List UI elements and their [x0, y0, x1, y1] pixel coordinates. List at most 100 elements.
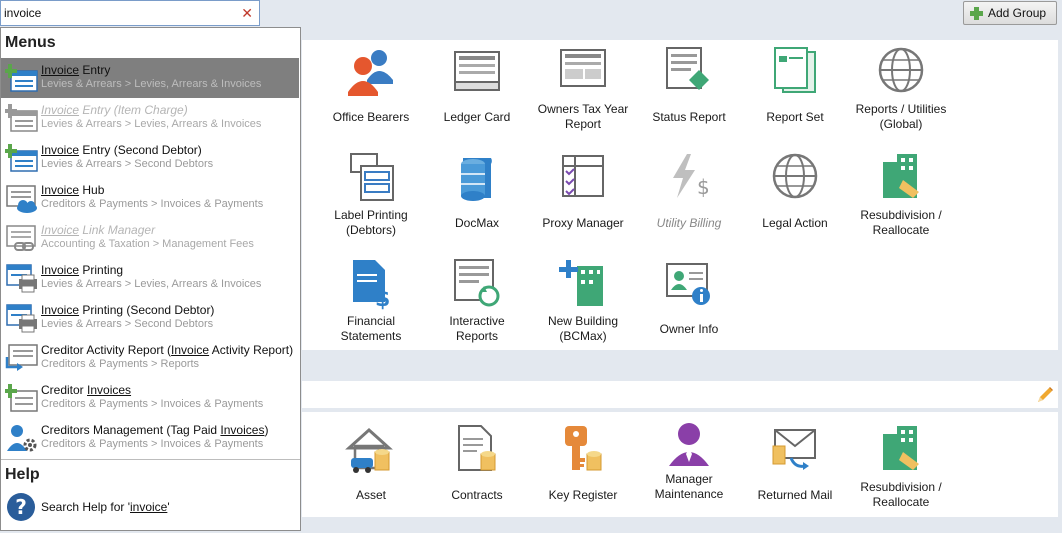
- close-icon[interactable]: ✕: [241, 5, 253, 21]
- tile-resubdivision-reallocate[interactable]: Resubdivision / Reallocate: [848, 150, 954, 250]
- invoice-add-icon: [5, 384, 38, 412]
- tile-label: New Building (BCMax): [547, 314, 619, 343]
- result-path: Levies & Arrears > Second Debtors: [41, 318, 214, 330]
- result-title: Invoice Hub: [41, 183, 105, 197]
- report-set-icon: [774, 47, 816, 93]
- tax-report-icon: [560, 49, 606, 87]
- help-icon: ?: [7, 493, 35, 521]
- tile-asset[interactable]: Asset: [318, 422, 424, 522]
- tile-label: DocMax: [454, 216, 499, 230]
- tile-ledger-card[interactable]: Ledger Card: [424, 44, 530, 144]
- tile-resubdivision-reallocate-2[interactable]: Resubdivision / Reallocate: [848, 422, 954, 522]
- plus-icon: [970, 6, 983, 20]
- result-path: Accounting & Taxation > Management Fees: [41, 238, 254, 250]
- people-icon: [348, 50, 393, 96]
- tile-label: Asset: [355, 488, 386, 502]
- tile-label: Owners Tax Year Report: [537, 102, 629, 131]
- interactive-reports-icon: [454, 259, 500, 307]
- tile-label: Resubdivision / Reallocate: [860, 480, 942, 509]
- tile-label: Office Bearers: [332, 110, 410, 124]
- tile-reports-utilities-global[interactable]: Reports / Utilities (Global): [848, 44, 954, 144]
- tile-label: Reports / Utilities (Global): [855, 102, 947, 131]
- result-title: Invoice Printing (Second Debtor): [41, 303, 215, 317]
- search-box[interactable]: ✕: [0, 0, 260, 26]
- result-invoice-entry-second-debtor[interactable]: Invoice Entry (Second Debtor) Levies & A…: [1, 138, 299, 178]
- tile-label: Owner Info: [659, 322, 719, 336]
- result-title: Creditor Activity Report (Invoice Activi…: [41, 343, 294, 357]
- tile-label: Label Printing (Debtors): [334, 208, 408, 237]
- tile-label: Financial Statements: [340, 314, 402, 343]
- tile-contracts[interactable]: Contracts: [424, 422, 530, 522]
- tile-label: Proxy Manager: [542, 216, 624, 230]
- search-help-item[interactable]: ? Search Help for 'invoice': [1, 490, 300, 524]
- label-printing-icon: [350, 153, 394, 201]
- tile-owners-tax-year-report[interactable]: Owners Tax Year Report: [530, 44, 636, 144]
- tile-utility-billing[interactable]: $ Utility Billing: [636, 150, 742, 250]
- search-input[interactable]: [1, 1, 231, 25]
- tile-financial-statements[interactable]: $ Financial Statements: [318, 256, 424, 356]
- building-icon: [883, 154, 919, 198]
- result-path: Creditors & Payments > Invoices & Paymen…: [41, 398, 264, 410]
- tile-legal-action[interactable]: Legal Action: [742, 150, 848, 250]
- new-building-icon: [559, 260, 603, 306]
- tile-returned-mail[interactable]: Returned Mail: [742, 422, 848, 522]
- tile-owner-info[interactable]: Owner Info: [636, 256, 742, 356]
- tile-proxy-manager[interactable]: Proxy Manager: [530, 150, 636, 250]
- result-invoice-printing-second-debtor[interactable]: Invoice Printing (Second Debtor) Levies …: [1, 298, 299, 338]
- invoice-print-icon: [6, 304, 37, 333]
- globe-icon: [878, 47, 924, 93]
- result-title: Creditor Invoices: [41, 383, 132, 397]
- tile-label-printing[interactable]: Label Printing (Debtors): [318, 150, 424, 250]
- tile-label: Utility Billing: [656, 216, 722, 230]
- svg-text:?: ?: [15, 495, 27, 519]
- add-group-button[interactable]: Add Group: [963, 1, 1057, 25]
- result-creditor-activity-report[interactable]: Creditor Activity Report (Invoice Activi…: [1, 338, 299, 378]
- invoice-add-icon: [5, 144, 38, 172]
- tile-docmax[interactable]: DocMax: [424, 150, 530, 250]
- result-invoice-entry[interactable]: Invoice Entry Levies & Arrears > Levies,…: [1, 58, 299, 98]
- tile-office-bearers[interactable]: Office Bearers: [318, 44, 424, 144]
- tile-interactive-reports[interactable]: Interactive Reports: [424, 256, 530, 356]
- ledger-card-icon: [454, 51, 500, 91]
- invoice-add-icon: [5, 104, 38, 132]
- result-title: Invoice Entry: [41, 63, 111, 77]
- result-title: Creditors Management (Tag Paid Invoices): [41, 423, 269, 437]
- tile-label: Report Set: [766, 110, 824, 124]
- returned-mail-icon: [772, 429, 816, 470]
- svg-text:$: $: [375, 287, 390, 310]
- add-group-label: Add Group: [988, 6, 1047, 20]
- tile-label: Returned Mail: [757, 488, 833, 502]
- tile-key-register[interactable]: Key Register: [530, 422, 636, 522]
- pencil-icon[interactable]: [1035, 385, 1055, 405]
- tile-label: Resubdivision / Reallocate: [860, 208, 942, 237]
- invoice-add-icon: [5, 64, 38, 92]
- result-invoice-hub[interactable]: Invoice Hub Creditors & Payments > Invoi…: [1, 178, 299, 218]
- result-creditors-management[interactable]: Creditors Management (Tag Paid Invoices)…: [1, 418, 299, 458]
- tile-manager-maintenance[interactable]: Manager Maintenance: [636, 414, 742, 514]
- result-invoice-entry-item-charge[interactable]: Invoice Entry (Item Charge) Levies & Arr…: [1, 98, 299, 138]
- tile-label: Key Register: [548, 488, 618, 502]
- result-path: Levies & Arrears > Levies, Arrears & Inv…: [41, 78, 262, 90]
- tile-label: Manager Maintenance: [654, 472, 724, 501]
- search-help-label: Search Help for 'invoice': [41, 500, 170, 514]
- invoice-print-icon: [6, 264, 37, 293]
- result-path: Levies & Arrears > Levies, Arrears & Inv…: [41, 118, 262, 130]
- result-title: Invoice Printing: [41, 263, 124, 277]
- tile-new-building[interactable]: New Building (BCMax): [530, 256, 636, 356]
- person-gear-icon: [7, 425, 37, 452]
- docmax-icon: [461, 158, 492, 201]
- result-creditor-invoices[interactable]: Creditor Invoices Creditors & Payments >…: [1, 378, 299, 418]
- result-invoice-printing[interactable]: Invoice Printing Levies & Arrears > Levi…: [1, 258, 299, 298]
- asset-icon: [345, 427, 393, 473]
- contracts-icon: [458, 425, 496, 471]
- result-invoice-link-manager[interactable]: Invoice Link Manager Accounting & Taxati…: [1, 218, 299, 258]
- tile-report-set[interactable]: Report Set: [742, 44, 848, 144]
- utility-billing-icon: $: [673, 154, 710, 199]
- svg-text:$: $: [697, 175, 710, 199]
- group-header-bar: [302, 381, 1058, 408]
- tile-label: Legal Action: [762, 216, 828, 230]
- building-icon: [883, 426, 919, 470]
- financial-statements-icon: $: [353, 260, 390, 310]
- tile-status-report[interactable]: Status Report: [636, 44, 742, 144]
- result-title: Invoice Link Manager: [41, 223, 156, 237]
